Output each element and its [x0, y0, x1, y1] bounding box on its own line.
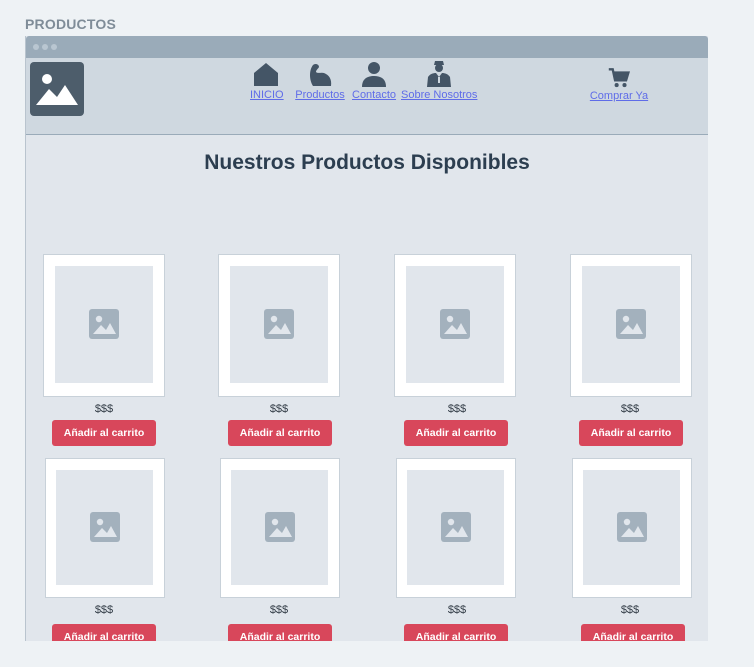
add-to-cart-button[interactable]: Añadir al carrito	[52, 420, 156, 446]
nav-link-sobre-nosotros[interactable]: Sobre Nosotros	[401, 89, 477, 101]
product-image-frame[interactable]	[43, 254, 165, 397]
product-price: $$$	[447, 403, 467, 415]
add-to-cart-button[interactable]: Añadir al carrito	[228, 420, 332, 446]
nav-link-productos[interactable]: Productos	[294, 89, 346, 101]
add-to-cart-button[interactable]: Añadir al carrito	[579, 420, 683, 446]
window-dot	[51, 44, 57, 50]
nav-item-comprar-ya[interactable]: Comprar Ya	[588, 60, 650, 102]
home-icon	[254, 63, 278, 86]
shopping-cart-icon	[608, 68, 630, 88]
product-image	[230, 266, 328, 383]
image-placeholder-icon	[440, 309, 470, 339]
product-price: $$$	[620, 403, 640, 415]
nav-item-contacto[interactable]: Contacto	[352, 60, 396, 101]
user-icon	[362, 62, 386, 87]
nav-item-productos[interactable]: Productos	[294, 60, 346, 101]
add-to-cart-button[interactable]: Añadir al carrito	[581, 624, 685, 641]
add-to-cart-button[interactable]: Añadir al carrito	[404, 624, 508, 641]
add-to-cart-button[interactable]: Añadir al carrito	[404, 420, 508, 446]
product-price: $$$	[94, 403, 114, 415]
add-to-cart-button[interactable]: Añadir al carrito	[228, 624, 332, 641]
employee-icon	[427, 61, 451, 87]
product-image	[56, 470, 153, 585]
product-image	[55, 266, 153, 383]
product-price: $$$	[94, 604, 114, 616]
browser-window: INICIO Productos Contacto Sobre Nosotros	[25, 36, 708, 641]
nav-item-sobre-nosotros[interactable]: Sobre Nosotros	[401, 60, 477, 101]
product-image	[583, 470, 680, 585]
image-placeholder-icon	[36, 74, 78, 105]
window-dot	[33, 44, 39, 50]
image-placeholder-icon	[90, 512, 120, 542]
product-image	[407, 470, 504, 585]
flexed-arm-icon	[310, 63, 332, 86]
window-titlebar	[26, 36, 708, 58]
nav-link-comprar-ya[interactable]: Comprar Ya	[588, 90, 650, 102]
window-dot	[42, 44, 48, 50]
product-image-frame[interactable]	[218, 254, 340, 397]
product-image-frame[interactable]	[220, 458, 340, 598]
navbar: INICIO Productos Contacto Sobre Nosotros	[26, 58, 708, 135]
product-price: $$$	[269, 403, 289, 415]
page-label: PRODUCTOS	[25, 16, 116, 32]
product-image-frame[interactable]	[394, 254, 516, 397]
add-to-cart-button[interactable]: Añadir al carrito	[52, 624, 156, 641]
image-placeholder-icon	[265, 512, 295, 542]
logo[interactable]	[30, 62, 84, 116]
nav-link-contacto[interactable]: Contacto	[352, 89, 396, 101]
product-image	[231, 470, 328, 585]
product-price: $$$	[447, 604, 467, 616]
nav-item-inicio[interactable]: INICIO	[250, 60, 284, 101]
image-placeholder-icon	[616, 309, 646, 339]
page-title: Nuestros Productos Disponibles	[204, 151, 530, 174]
product-price: $$$	[269, 604, 289, 616]
image-placeholder-icon	[617, 512, 647, 542]
image-placeholder-icon	[89, 309, 119, 339]
product-price: $$$	[620, 604, 640, 616]
product-image-frame[interactable]	[572, 458, 692, 598]
product-image	[582, 266, 680, 383]
product-image-frame[interactable]	[396, 458, 516, 598]
product-image	[406, 266, 504, 383]
product-image-frame[interactable]	[45, 458, 165, 598]
image-placeholder-icon	[264, 309, 294, 339]
product-image-frame[interactable]	[570, 254, 692, 397]
nav-link-inicio[interactable]: INICIO	[250, 89, 284, 101]
image-placeholder-icon	[441, 512, 471, 542]
